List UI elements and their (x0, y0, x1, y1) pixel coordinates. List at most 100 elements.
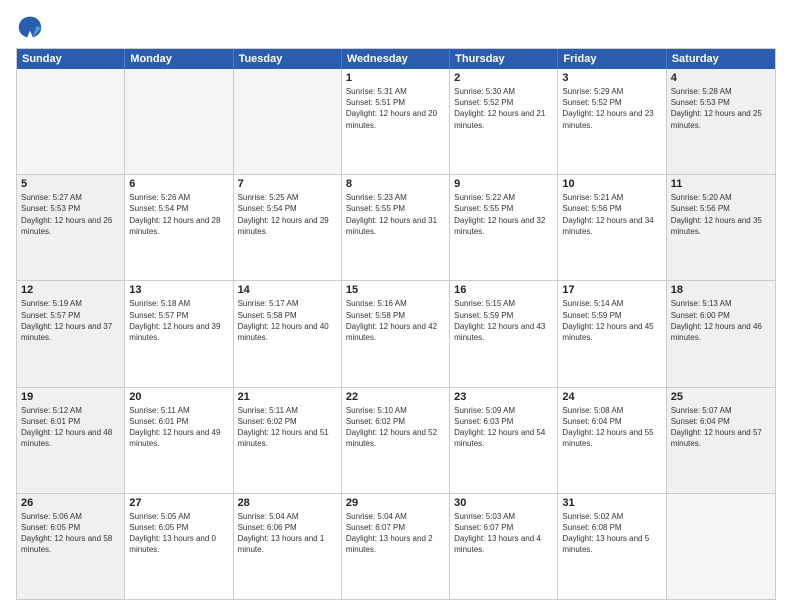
day-number: 29 (346, 497, 445, 509)
calendar-cell: 23 Sunrise: 5:09 AMSunset: 6:03 PMDayligh… (450, 388, 558, 493)
cell-info: Sunrise: 5:13 AMSunset: 6:00 PMDaylight:… (671, 298, 771, 343)
calendar-cell: 2Sunrise: 5:30 AMSunset: 5:52 PMDaylight… (450, 69, 558, 174)
calendar-cell: 28 Sunrise: 5:04 AMSunset: 6:06 PMDayligh… (234, 494, 342, 599)
calendar-cell: 12 Sunrise: 5:19 AMSunset: 5:57 PMDayligh… (17, 281, 125, 386)
day-number: 11 (671, 178, 771, 190)
calendar-cell: 9Sunrise: 5:22 AMSunset: 5:55 PMDaylight… (450, 175, 558, 280)
cell-info: Sunrise: 5:28 AMSunset: 5:53 PMDaylight:… (671, 86, 771, 131)
cell-info: Sunrise: 5:16 AMSunset: 5:58 PMDaylight:… (346, 298, 445, 343)
calendar-row: 1 Sunrise: 5:31 AMSunset: 5:51 PMDaylight… (17, 69, 775, 175)
calendar-cell: 3 Sunrise: 5:29 AMSunset: 5:52 PMDaylight… (558, 69, 666, 174)
cell-info: Sunrise: 5:12 AMSunset: 6:01 PMDaylight:… (21, 405, 120, 450)
day-number: 28 (238, 497, 337, 509)
day-number: 7 (238, 178, 337, 190)
cell-info: Sunrise: 5:03 AMSunset: 6:07 PMDaylight:… (454, 511, 553, 556)
header (16, 12, 776, 40)
calendar-cell (17, 69, 125, 174)
day-number: 9 (454, 178, 553, 190)
day-number: 1 (346, 72, 445, 84)
day-number: 23 (454, 391, 553, 403)
weekday-header: Wednesday (342, 49, 450, 69)
cell-info: Sunrise: 5:14 AMSunset: 5:59 PMDaylight:… (562, 298, 661, 343)
calendar-cell: 27 Sunrise: 5:05 AMSunset: 6:05 PMDayligh… (125, 494, 233, 599)
weekday-header: Tuesday (234, 49, 342, 69)
day-number: 19 (21, 391, 120, 403)
calendar-cell (667, 494, 775, 599)
cell-info: Sunrise: 5:19 AMSunset: 5:57 PMDaylight:… (21, 298, 120, 343)
cell-info: Sunrise: 5:04 AMSunset: 6:07 PMDaylight:… (346, 511, 445, 556)
calendar-cell: 10 Sunrise: 5:21 AMSunset: 5:56 PMDayligh… (558, 175, 666, 280)
calendar-cell: 7 Sunrise: 5:25 AMSunset: 5:54 PMDaylight… (234, 175, 342, 280)
day-number: 15 (346, 284, 445, 296)
cell-info: Sunrise: 5:23 AMSunset: 5:55 PMDaylight:… (346, 192, 445, 237)
calendar-cell (125, 69, 233, 174)
day-number: 27 (129, 497, 228, 509)
calendar: SundayMondayTuesdayWednesdayThursdayFrid… (16, 48, 776, 600)
cell-info: Sunrise: 5:21 AMSunset: 5:56 PMDaylight:… (562, 192, 661, 237)
cell-info: Sunrise: 5:20 AMSunset: 5:56 PMDaylight:… (671, 192, 771, 237)
calendar-cell: 11 Sunrise: 5:20 AMSunset: 5:56 PMDayligh… (667, 175, 775, 280)
day-number: 8 (346, 178, 445, 190)
day-number: 22 (346, 391, 445, 403)
calendar-cell: 18 Sunrise: 5:13 AMSunset: 6:00 PMDayligh… (667, 281, 775, 386)
calendar-cell (234, 69, 342, 174)
calendar-cell: 24Sunrise: 5:08 AMSunset: 6:04 PMDayligh… (558, 388, 666, 493)
cell-info: Sunrise: 5:26 AMSunset: 5:54 PMDaylight:… (129, 192, 228, 237)
cell-info: Sunrise: 5:09 AMSunset: 6:03 PMDaylight:… (454, 405, 553, 450)
calendar-cell: 19 Sunrise: 5:12 AMSunset: 6:01 PMDayligh… (17, 388, 125, 493)
cell-info: Sunrise: 5:17 AMSunset: 5:58 PMDaylight:… (238, 298, 337, 343)
day-number: 5 (21, 178, 120, 190)
cell-info: Sunrise: 5:29 AMSunset: 5:52 PMDaylight:… (562, 86, 661, 131)
day-number: 14 (238, 284, 337, 296)
cell-info: Sunrise: 5:27 AMSunset: 5:53 PMDaylight:… (21, 192, 120, 237)
cell-info: Sunrise: 5:04 AMSunset: 6:06 PMDaylight:… (238, 511, 337, 556)
page: SundayMondayTuesdayWednesdayThursdayFrid… (0, 0, 792, 612)
calendar-cell: 22 Sunrise: 5:10 AMSunset: 6:02 PMDayligh… (342, 388, 450, 493)
calendar-cell: 13 Sunrise: 5:18 AMSunset: 5:57 PMDayligh… (125, 281, 233, 386)
cell-info: Sunrise: 5:10 AMSunset: 6:02 PMDaylight:… (346, 405, 445, 450)
cell-info: Sunrise: 5:18 AMSunset: 5:57 PMDaylight:… (129, 298, 228, 343)
day-number: 12 (21, 284, 120, 296)
day-number: 31 (562, 497, 661, 509)
day-number: 21 (238, 391, 337, 403)
calendar-cell: 4 Sunrise: 5:28 AMSunset: 5:53 PMDaylight… (667, 69, 775, 174)
cell-info: Sunrise: 5:30 AMSunset: 5:52 PMDaylight:… (454, 86, 553, 131)
calendar-body: 1 Sunrise: 5:31 AMSunset: 5:51 PMDaylight… (17, 69, 775, 599)
weekday-header: Monday (125, 49, 233, 69)
cell-info: Sunrise: 5:31 AMSunset: 5:51 PMDaylight:… (346, 86, 445, 131)
calendar-cell: 30Sunrise: 5:03 AMSunset: 6:07 PMDayligh… (450, 494, 558, 599)
calendar-cell: 26Sunrise: 5:06 AMSunset: 6:05 PMDayligh… (17, 494, 125, 599)
calendar-cell: 5 Sunrise: 5:27 AMSunset: 5:53 PMDaylight… (17, 175, 125, 280)
calendar-cell: 20Sunrise: 5:11 AMSunset: 6:01 PMDayligh… (125, 388, 233, 493)
cell-info: Sunrise: 5:15 AMSunset: 5:59 PMDaylight:… (454, 298, 553, 343)
day-number: 17 (562, 284, 661, 296)
weekday-header: Thursday (450, 49, 558, 69)
calendar-cell: 31Sunrise: 5:02 AMSunset: 6:08 PMDayligh… (558, 494, 666, 599)
calendar-cell: 21Sunrise: 5:11 AMSunset: 6:02 PMDayligh… (234, 388, 342, 493)
calendar-cell: 25 Sunrise: 5:07 AMSunset: 6:04 PMDayligh… (667, 388, 775, 493)
day-number: 13 (129, 284, 228, 296)
day-number: 3 (562, 72, 661, 84)
day-number: 10 (562, 178, 661, 190)
cell-info: Sunrise: 5:25 AMSunset: 5:54 PMDaylight:… (238, 192, 337, 237)
day-number: 4 (671, 72, 771, 84)
day-number: 18 (671, 284, 771, 296)
calendar-cell: 14 Sunrise: 5:17 AMSunset: 5:58 PMDayligh… (234, 281, 342, 386)
logo (16, 12, 48, 40)
weekday-header: Sunday (17, 49, 125, 69)
calendar-row: 5 Sunrise: 5:27 AMSunset: 5:53 PMDaylight… (17, 175, 775, 281)
cell-info: Sunrise: 5:05 AMSunset: 6:05 PMDaylight:… (129, 511, 228, 556)
weekday-header: Saturday (667, 49, 775, 69)
cell-info: Sunrise: 5:07 AMSunset: 6:04 PMDaylight:… (671, 405, 771, 450)
logo-icon (16, 12, 44, 40)
day-number: 25 (671, 391, 771, 403)
calendar-row: 12 Sunrise: 5:19 AMSunset: 5:57 PMDayligh… (17, 281, 775, 387)
cell-info: Sunrise: 5:08 AMSunset: 6:04 PMDaylight:… (562, 405, 661, 450)
weekday-header: Friday (558, 49, 666, 69)
calendar-cell: 15 Sunrise: 5:16 AMSunset: 5:58 PMDayligh… (342, 281, 450, 386)
calendar-row: 19 Sunrise: 5:12 AMSunset: 6:01 PMDayligh… (17, 388, 775, 494)
calendar-cell: 17 Sunrise: 5:14 AMSunset: 5:59 PMDayligh… (558, 281, 666, 386)
day-number: 16 (454, 284, 553, 296)
calendar-row: 26Sunrise: 5:06 AMSunset: 6:05 PMDayligh… (17, 494, 775, 599)
calendar-header: SundayMondayTuesdayWednesdayThursdayFrid… (17, 49, 775, 69)
